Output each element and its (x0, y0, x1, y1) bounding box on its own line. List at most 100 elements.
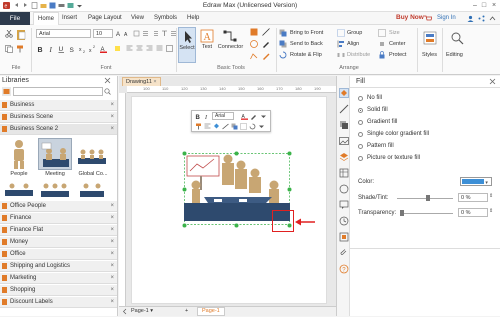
bold-icon[interactable]: B (37, 45, 44, 55)
radio-pattern-fill[interactable] (358, 144, 363, 149)
library-row-finance-flat[interactable]: Finance Flat × (0, 225, 117, 236)
rotate-flip-icon[interactable] (279, 51, 287, 61)
close-icon[interactable]: × (110, 225, 114, 235)
align-button[interactable]: Align (347, 41, 359, 47)
radio-gradient-fill[interactable] (358, 120, 363, 125)
library-row-finance[interactable]: Finance × (0, 213, 117, 224)
subscript-icon[interactable]: x2 (79, 45, 86, 55)
text-direction-icon[interactable] (161, 30, 168, 39)
resize-handle-left[interactable] (182, 187, 187, 194)
mini-text-color-icon[interactable]: A (241, 113, 248, 122)
resize-handle-bottom[interactable] (234, 223, 239, 230)
help-icon[interactable]: ? (339, 264, 349, 276)
menu-help[interactable]: Help (187, 15, 199, 21)
tab-drawing11[interactable]: Drawing11 × (122, 77, 161, 86)
library-row-discount-labels[interactable]: Discount Labels × (0, 297, 117, 308)
mini-line-icon[interactable] (222, 123, 229, 132)
menu-home[interactable]: Home (33, 12, 60, 25)
close-icon[interactable]: × (110, 237, 114, 247)
ellipse-shape-icon[interactable] (250, 40, 258, 50)
pen-tool-icon[interactable] (262, 40, 270, 50)
library-row-office[interactable]: Office × (0, 249, 117, 260)
color-picker[interactable]: ▾ (460, 177, 492, 186)
library-row-shipping[interactable]: Shipping and Logistics × (0, 261, 117, 272)
shade-tint-spinner[interactable]: ⇕ (489, 193, 493, 199)
rotate-flip-button[interactable]: Rotate & Flip (290, 52, 322, 58)
close-icon[interactable]: × (110, 249, 114, 259)
mini-fill-icon[interactable] (213, 123, 220, 132)
library-row-business-scene-2[interactable]: Business Scene 2 × (0, 124, 117, 135)
align-icon[interactable] (337, 40, 345, 50)
maximize-button[interactable]: □ (479, 1, 489, 10)
font-size-select[interactable]: 10 (93, 29, 113, 38)
radio-picture-fill[interactable] (358, 156, 363, 161)
font-name-select[interactable]: Arial (36, 29, 91, 38)
library-row-marketing[interactable]: Marketing × (0, 273, 117, 284)
fill-panel-close-icon[interactable] (489, 78, 496, 87)
close-icon[interactable]: × (110, 261, 114, 271)
transparency-slider[interactable] (401, 213, 453, 214)
close-icon[interactable]: × (110, 273, 114, 283)
align-right-icon[interactable] (146, 45, 153, 54)
page-tab-1[interactable]: Page-1 (197, 307, 225, 316)
shadow-panel-icon[interactable] (339, 120, 349, 132)
option-pattern-fill[interactable]: Pattern fill (367, 143, 394, 149)
shape-meeting-table[interactable] (2, 180, 36, 200)
distribute-button[interactable]: Distribute (347, 52, 370, 58)
distribute-icon[interactable] (337, 51, 345, 61)
close-icon[interactable]: × (110, 213, 114, 223)
radio-solid-fill[interactable] (358, 108, 363, 113)
shade-tint-slider-thumb[interactable] (426, 195, 430, 201)
option-single-color-gradient[interactable]: Single color gradient fill (367, 131, 429, 137)
justify-icon[interactable] (156, 45, 163, 54)
resize-handle-top-left[interactable] (182, 151, 187, 158)
close-icon[interactable]: × (110, 285, 114, 295)
close-icon[interactable]: × (110, 124, 114, 134)
strikethrough-icon[interactable]: S (69, 45, 76, 55)
text-color-icon[interactable]: A (100, 45, 107, 55)
size-icon[interactable] (378, 29, 386, 39)
cart-icon[interactable] (424, 15, 433, 24)
image-panel-icon[interactable] (339, 136, 349, 148)
mini-arrange-icon[interactable] (231, 123, 238, 132)
close-icon[interactable]: × (110, 297, 114, 307)
pencil-icon[interactable] (262, 52, 270, 62)
highlight-icon[interactable] (114, 45, 121, 55)
send-to-back-button[interactable]: Send to Back (290, 41, 323, 47)
clear-format-icon[interactable] (133, 30, 140, 39)
connector-tool-button[interactable]: Connector (217, 28, 244, 62)
underline-icon[interactable]: U (58, 45, 65, 55)
fill-panel-icon[interactable] (339, 88, 349, 98)
mini-pen-icon[interactable] (250, 113, 257, 122)
format-painter-icon[interactable] (16, 45, 24, 55)
shade-tint-input[interactable]: 0 % (458, 193, 488, 202)
library-row-office-people[interactable]: Office People × (0, 201, 117, 212)
page-selector[interactable]: Page-1 ▾ (131, 308, 153, 314)
resize-handle-right[interactable] (287, 187, 292, 194)
polyline-icon[interactable] (250, 52, 258, 62)
group-icon[interactable] (337, 29, 345, 39)
library-row-business-scene[interactable]: Business Scene × (0, 112, 117, 123)
share-icon[interactable] (478, 15, 485, 24)
shape-people[interactable] (2, 138, 36, 170)
library-row-shopping[interactable]: Shopping × (0, 285, 117, 296)
italic-icon[interactable]: I (48, 45, 55, 55)
menu-insert[interactable]: Insert (62, 15, 77, 21)
transparency-spinner[interactable]: ⇕ (489, 208, 493, 214)
close-icon[interactable]: × (153, 79, 156, 85)
libraries-close-icon[interactable] (104, 77, 111, 86)
group-button[interactable]: Group (347, 30, 362, 36)
menu-view[interactable]: View (131, 15, 144, 21)
bullet-list-icon[interactable] (142, 30, 149, 39)
decrease-font-icon[interactable]: A (124, 30, 131, 39)
align-left-icon[interactable] (126, 45, 133, 54)
mini-bold-icon[interactable]: B (195, 113, 202, 122)
comment-panel-icon[interactable] (339, 200, 349, 212)
rectangle-shape-icon[interactable] (250, 28, 258, 38)
mini-italic-icon[interactable]: I (204, 113, 211, 122)
text-box-icon[interactable] (166, 45, 173, 54)
menu-symbols[interactable]: Symbols (154, 15, 177, 21)
shape-presentation[interactable] (38, 180, 72, 200)
shade-tint-slider[interactable] (397, 198, 453, 199)
mini-font-select[interactable]: Arial (212, 112, 234, 120)
